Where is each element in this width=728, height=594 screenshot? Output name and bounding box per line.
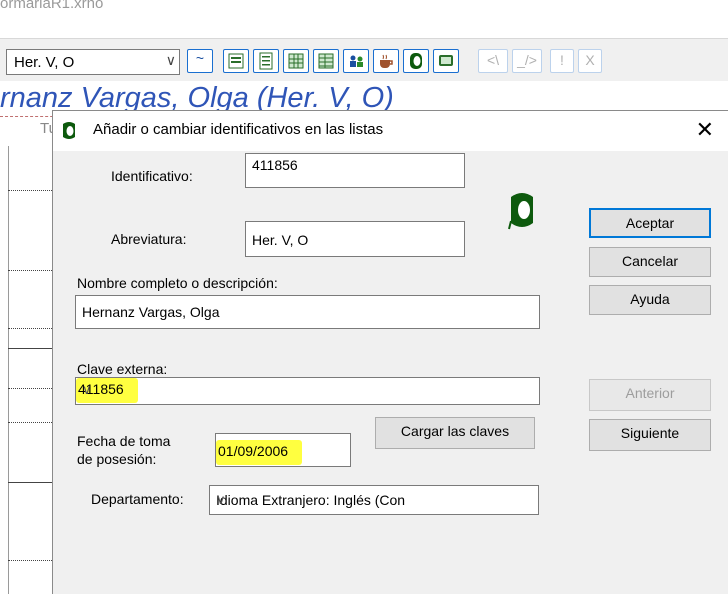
- clave-externa-label: Clave externa:: [77, 361, 168, 377]
- person-icon[interactable]: [403, 49, 429, 73]
- table-icon[interactable]: [313, 49, 339, 73]
- person-selector-combo[interactable]: Her. V, O ∨: [6, 49, 180, 75]
- person-icon: [61, 121, 77, 146]
- row-separator: [8, 482, 58, 483]
- monitor-icon[interactable]: [433, 49, 459, 73]
- document-icon[interactable]: [253, 49, 279, 73]
- siguiente-button[interactable]: Siguiente: [589, 419, 711, 451]
- row-separator: [8, 348, 58, 349]
- row-separator: [8, 270, 58, 271]
- nombre-label: Nombre completo o descripción:: [77, 275, 278, 291]
- person-selector-value: Her. V, O: [14, 54, 75, 71]
- person-icon: [507, 191, 537, 238]
- dialog-title-bar: Añadir o cambiar identificativos en las …: [53, 111, 728, 151]
- people-icon[interactable]: [343, 49, 369, 73]
- column-divider: [8, 146, 9, 594]
- row-separator: [8, 328, 58, 329]
- delete-button[interactable]: X: [578, 49, 602, 73]
- cup-icon[interactable]: [373, 49, 399, 73]
- clave-externa-select[interactable]: 411856 ∨: [75, 377, 540, 405]
- identificativo-value: 411856: [252, 157, 298, 173]
- identificativo-label: Identificativo:: [111, 168, 193, 184]
- departamento-select[interactable]: Idioma Extranjero: Inglés (Con ∨: [209, 485, 539, 515]
- nav-forward-button[interactable]: _/>: [512, 49, 542, 73]
- row-separator: [8, 190, 58, 191]
- aceptar-button[interactable]: Aceptar: [589, 208, 711, 238]
- app-title-bar: ormariaR1.xrho: [0, 0, 728, 26]
- fecha-label-line1: Fecha de toma: [77, 433, 171, 449]
- close-icon[interactable]: ✕: [696, 117, 714, 143]
- fecha-field[interactable]: 01/09/2006: [215, 433, 351, 467]
- abreviatura-value: Her. V, O: [252, 232, 309, 248]
- dialog-title: Añadir o cambiar identificativos en las …: [93, 121, 384, 138]
- fecha-value: 01/09/2006: [216, 440, 303, 465]
- abreviatura-field[interactable]: Her. V, O: [245, 221, 465, 257]
- toggle-button[interactable]: ~: [187, 49, 213, 73]
- chevron-down-icon: ∨: [216, 492, 226, 507]
- app-toolbar: Her. V, O ∨ ~ <\ _/> ! X: [0, 38, 728, 81]
- nav-back-button[interactable]: <\: [478, 49, 508, 73]
- departamento-label: Departamento:: [91, 491, 184, 507]
- row-separator: [8, 422, 58, 423]
- row-separator: [8, 388, 58, 389]
- abreviatura-label: Abreviatura:: [111, 231, 187, 247]
- ayuda-button[interactable]: Ayuda: [589, 285, 711, 315]
- background-list-column: Tu: [0, 120, 59, 594]
- list-view-icon[interactable]: [223, 49, 249, 73]
- cancelar-button[interactable]: Cancelar: [589, 247, 711, 277]
- anterior-button[interactable]: Anterior: [589, 379, 711, 411]
- chevron-down-icon: ∨: [165, 52, 176, 68]
- grid-icon[interactable]: [283, 49, 309, 73]
- nombre-field[interactable]: Hernanz Vargas, Olga: [75, 295, 540, 329]
- edit-identifier-dialog: Añadir o cambiar identificativos en las …: [52, 110, 728, 594]
- nombre-value: Hernanz Vargas, Olga: [82, 304, 220, 320]
- chevron-down-icon: ∨: [82, 382, 92, 397]
- alert-button[interactable]: !: [550, 49, 574, 73]
- identificativo-field[interactable]: 411856: [245, 153, 465, 188]
- cargar-claves-button[interactable]: Cargar las claves: [375, 417, 535, 449]
- fecha-label-line2: de posesión:: [77, 451, 157, 467]
- row-separator: [8, 560, 58, 561]
- app-window-title: ormariaR1.xrho: [0, 0, 104, 12]
